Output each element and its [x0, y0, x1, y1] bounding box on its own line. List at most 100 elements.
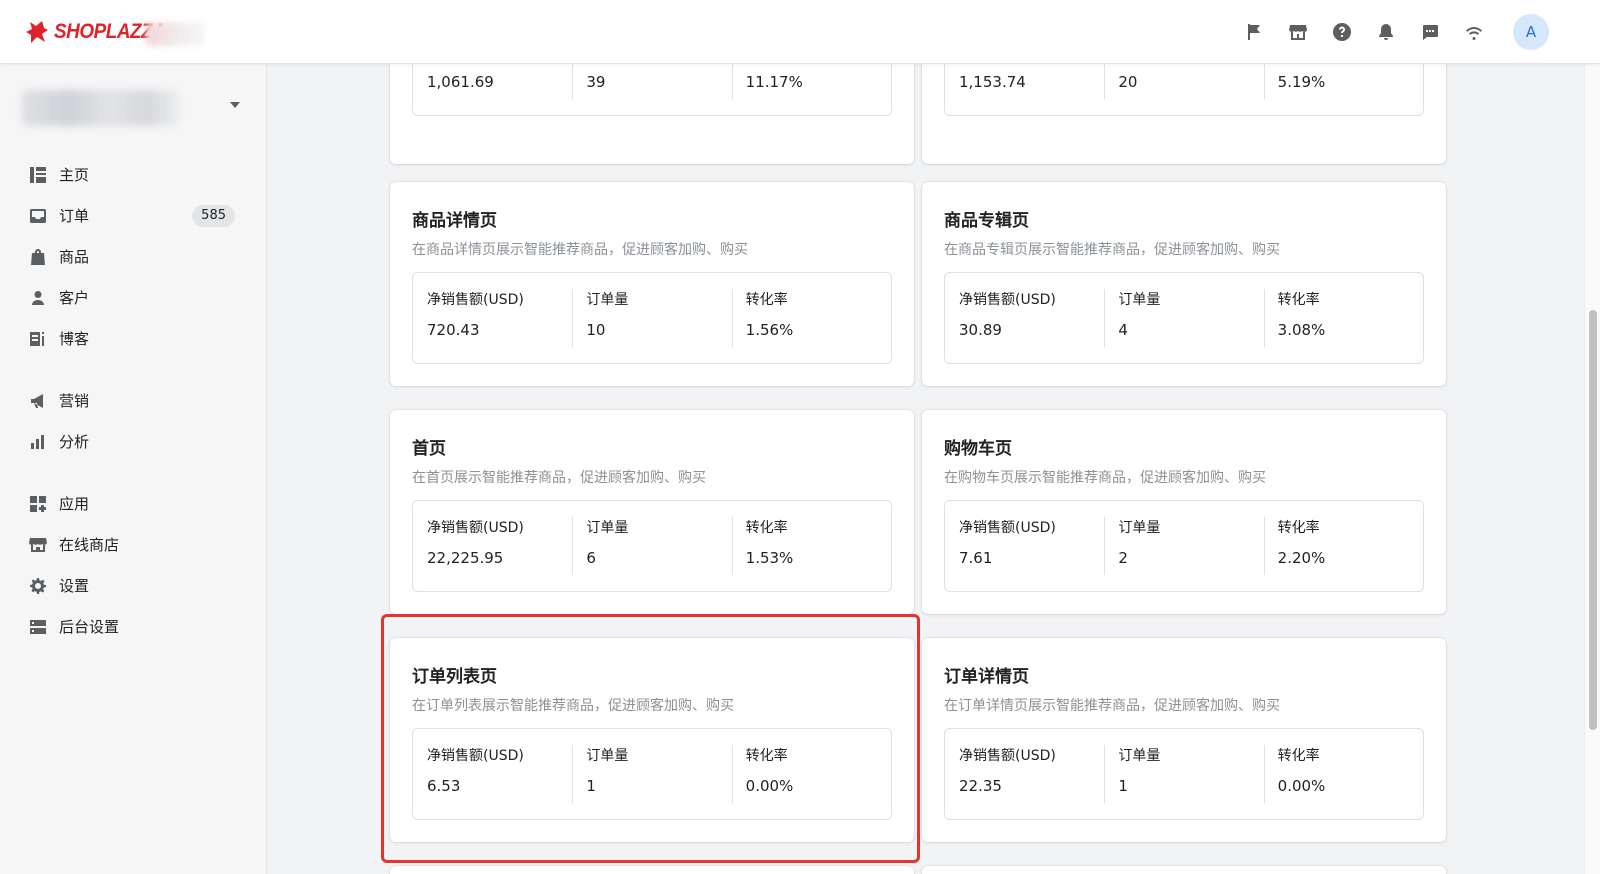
stat-label: 净销售额(USD): [427, 292, 524, 308]
stat-orders: 订单量39: [572, 64, 731, 115]
store-icon[interactable]: [1285, 19, 1311, 45]
stat-value: 11.17%: [745, 73, 803, 91]
header-actions: A: [1241, 0, 1600, 64]
bell-icon[interactable]: [1373, 19, 1399, 45]
stat-net-sales: 净销售额(USD) 22.35: [945, 729, 1104, 819]
recommendation-card: 净销售额(USD)1,153.74 订单量20 转化率5.19%: [922, 64, 1446, 164]
stat-value: 2.20%: [1277, 549, 1326, 567]
stats-panel: 净销售额(USD) 22,225.95 订单量 6 转化率 1.53%: [412, 500, 892, 592]
help-icon[interactable]: [1329, 19, 1355, 45]
card-description: 在商品详情页展示智能推荐商品，促进顾客加购、购买: [412, 242, 748, 258]
wifi-icon[interactable]: [1461, 19, 1487, 45]
sidebar: 主页 订单 585 商品 客户 博客 营销 分析 应用 在线商店 设置 后台设置: [0, 64, 267, 874]
blurred-store-select-label: [22, 90, 180, 126]
stat-label: 净销售额(USD): [959, 292, 1056, 308]
stat-conversion: 转化率 0.00%: [731, 729, 891, 819]
stat-net-sales: 净销售额(USD)1,061.69: [413, 64, 572, 115]
sidebar-nav: 主页 订单 585 商品 客户 博客 营销 分析 应用 在线商店 设置 后台设置: [0, 154, 267, 647]
stats-panel: 净销售额(USD)1,153.74 订单量20 转化率5.19%: [944, 64, 1424, 116]
stat-value: 6.53: [427, 777, 461, 795]
card-title: 订单详情页: [944, 667, 1029, 687]
stat-value: 1.53%: [745, 549, 794, 567]
sidebar-item-admin-settings[interactable]: 后台设置: [0, 606, 267, 647]
stat-net-sales: 净销售额(USD) 30.89: [945, 273, 1104, 363]
stat-label: 订单量: [586, 292, 629, 308]
scrollbar-thumb[interactable]: [1589, 310, 1597, 730]
stat-value: 6: [586, 549, 596, 567]
sidebar-item-customers[interactable]: 客户: [0, 277, 267, 318]
recommendation-card: [922, 866, 1446, 874]
stat-label: 转化率: [1277, 292, 1320, 308]
sidebar-item-marketing[interactable]: 营销: [0, 380, 267, 421]
stat-value: 0.00%: [745, 777, 794, 795]
stat-conversion: 转化率 0.00%: [1263, 729, 1423, 819]
stat-label: 转化率: [745, 520, 788, 536]
stat-value: 5.19%: [1277, 73, 1326, 91]
stat-value: 3.08%: [1277, 321, 1326, 339]
customers-icon: [29, 289, 47, 307]
sidebar-item-products[interactable]: 商品: [0, 236, 267, 277]
stat-conversion: 转化率 2.20%: [1263, 501, 1423, 591]
stat-value: 20: [1118, 73, 1138, 91]
card-order-detail-page[interactable]: 订单详情页 在订单详情页展示智能推荐商品，促进顾客加购、购买 净销售额(USD)…: [922, 638, 1446, 842]
sidebar-item-apps[interactable]: 应用: [0, 483, 267, 524]
sidebar-item-online-store[interactable]: 在线商店: [0, 524, 267, 565]
sidebar-item-orders[interactable]: 订单 585: [0, 195, 267, 236]
stat-net-sales: 净销售额(USD) 6.53: [413, 729, 572, 819]
card-collection-page[interactable]: 商品专辑页 在商品专辑页展示智能推荐商品，促进顾客加购、购买 净销售额(USD)…: [922, 182, 1446, 386]
card-description: 在订单列表展示智能推荐商品，促进顾客加购、购买: [412, 698, 734, 714]
card-description: 在首页展示智能推荐商品，促进顾客加购、购买: [412, 470, 706, 486]
sidebar-item-label: 博客: [59, 330, 90, 348]
sidebar-item-settings[interactable]: 设置: [0, 565, 267, 606]
card-home-page[interactable]: 首页 在首页展示智能推荐商品，促进顾客加购、购买 净销售额(USD) 22,225…: [390, 410, 914, 614]
stat-label: 订单量: [1118, 292, 1161, 308]
stat-label: 订单量: [1118, 520, 1161, 536]
stat-label: 转化率: [1277, 520, 1320, 536]
user-avatar[interactable]: A: [1513, 14, 1549, 50]
card-order-list-page[interactable]: 订单列表页 在订单列表展示智能推荐商品，促进顾客加购、购买 净销售额(USD) 6…: [390, 638, 914, 842]
home-icon: [29, 166, 47, 184]
blog-icon: [29, 330, 47, 348]
stat-label: 净销售额(USD): [959, 520, 1056, 536]
sidebar-item-label: 营销: [59, 392, 90, 410]
sidebar-item-label: 订单: [59, 207, 90, 225]
stat-value: 1: [586, 777, 596, 795]
stat-net-sales: 净销售额(USD)1,153.74: [945, 64, 1104, 115]
card-title: 商品专辑页: [944, 211, 1029, 231]
sidebar-item-label: 分析: [59, 433, 90, 451]
chat-icon[interactable]: [1417, 19, 1443, 45]
stat-value: 10: [586, 321, 606, 339]
stats-panel: 净销售额(USD) 720.43 订单量 10 转化率 1.56%: [412, 272, 892, 364]
marketing-icon: [29, 392, 47, 410]
card-title: 购物车页: [944, 439, 1012, 459]
sidebar-item-home[interactable]: 主页: [0, 154, 267, 195]
stat-conversion: 转化率 3.08%: [1263, 273, 1423, 363]
stat-value: 720.43: [427, 321, 480, 339]
stats-panel: 净销售额(USD) 7.61 订单量 2 转化率 2.20%: [944, 500, 1424, 592]
stat-orders: 订单量 6: [572, 501, 731, 591]
stat-net-sales: 净销售额(USD) 22,225.95: [413, 501, 572, 591]
stat-orders: 订单量 4: [1104, 273, 1263, 363]
analytics-icon: [29, 433, 47, 451]
sidebar-item-analytics[interactable]: 分析: [0, 421, 267, 462]
stat-label: 订单量: [586, 748, 629, 764]
main-content: 净销售额(USD)1,061.69 订单量39 转化率11.17% 净销售额(U…: [268, 64, 1584, 874]
scrollbar[interactable]: [1584, 64, 1600, 874]
flag-icon[interactable]: [1241, 19, 1267, 45]
sidebar-item-blog[interactable]: 博客: [0, 318, 267, 359]
recommendation-card: [390, 866, 914, 874]
card-title: 商品详情页: [412, 211, 497, 231]
stat-value: 30.89: [959, 321, 1002, 339]
stats-panel: 净销售额(USD)1,061.69 订单量39 转化率11.17%: [412, 64, 892, 116]
recommendation-card: 净销售额(USD)1,061.69 订单量39 转化率11.17%: [390, 64, 914, 164]
card-title: 订单列表页: [412, 667, 497, 687]
stat-label: 转化率: [745, 292, 788, 308]
logo-mark-icon: [26, 21, 48, 43]
blurred-store-name: [146, 22, 204, 46]
stat-value: 1.56%: [745, 321, 794, 339]
card-product-detail-page[interactable]: 商品详情页 在商品详情页展示智能推荐商品，促进顾客加购、购买 净销售额(USD)…: [390, 182, 914, 386]
sidebar-item-label: 设置: [59, 577, 90, 595]
card-cart-page[interactable]: 购物车页 在购物车页展示智能推荐商品，促进顾客加购、购买 净销售额(USD) 7.…: [922, 410, 1446, 614]
store-selector[interactable]: [22, 90, 240, 126]
